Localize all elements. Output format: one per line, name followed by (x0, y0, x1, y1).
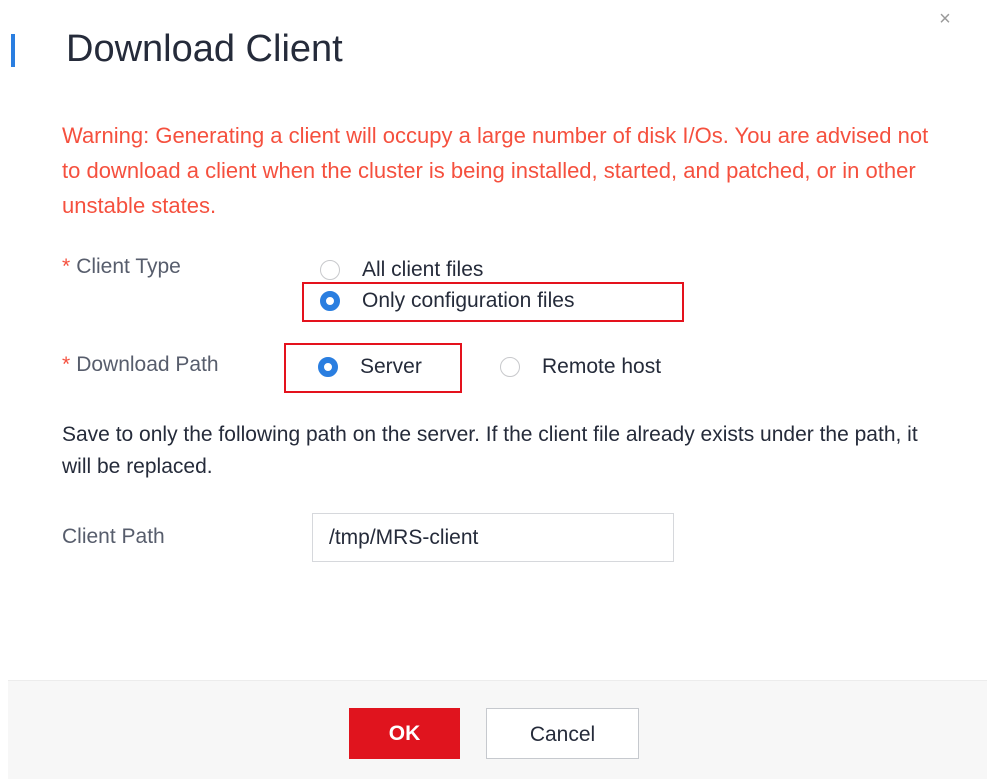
close-icon[interactable]: × (934, 8, 956, 30)
download-path-label: * Download Path (62, 350, 219, 380)
client-type-label: * Client Type (62, 252, 181, 282)
ok-button[interactable]: OK (349, 708, 460, 759)
radio-only-configuration-files[interactable]: Only configuration files (320, 286, 574, 316)
radio-remote-host[interactable]: Remote host (500, 352, 661, 382)
radio-all-client-files[interactable]: All client files (320, 255, 483, 285)
radio-unchecked-icon (320, 260, 340, 280)
download-path-label-text: Download Path (76, 353, 219, 376)
radio-server[interactable]: Server (318, 352, 422, 382)
title-accent-bar (11, 34, 15, 67)
radio-unchecked-icon (500, 357, 520, 377)
client-type-label-text: Client Type (76, 255, 181, 278)
dialog-title: Download Client (66, 28, 343, 70)
radio-label: Remote host (542, 355, 662, 378)
cancel-button[interactable]: Cancel (486, 708, 639, 759)
radio-label: Server (360, 355, 422, 378)
radio-checked-icon (318, 357, 338, 377)
warning-message: Warning: Generating a client will occupy… (62, 123, 929, 218)
client-path-input[interactable]: /tmp/MRS-client (312, 513, 674, 562)
required-mark: * (62, 255, 71, 278)
download-client-dialog: × Download Client Warning: Generating a … (0, 0, 987, 779)
client-path-label: Client Path (62, 525, 165, 548)
radio-label: All client files (362, 258, 484, 281)
radio-label: Only configuration files (362, 289, 575, 312)
path-description: Save to only the following path on the s… (62, 423, 918, 478)
radio-checked-icon (320, 291, 340, 311)
required-mark: * (62, 353, 71, 376)
